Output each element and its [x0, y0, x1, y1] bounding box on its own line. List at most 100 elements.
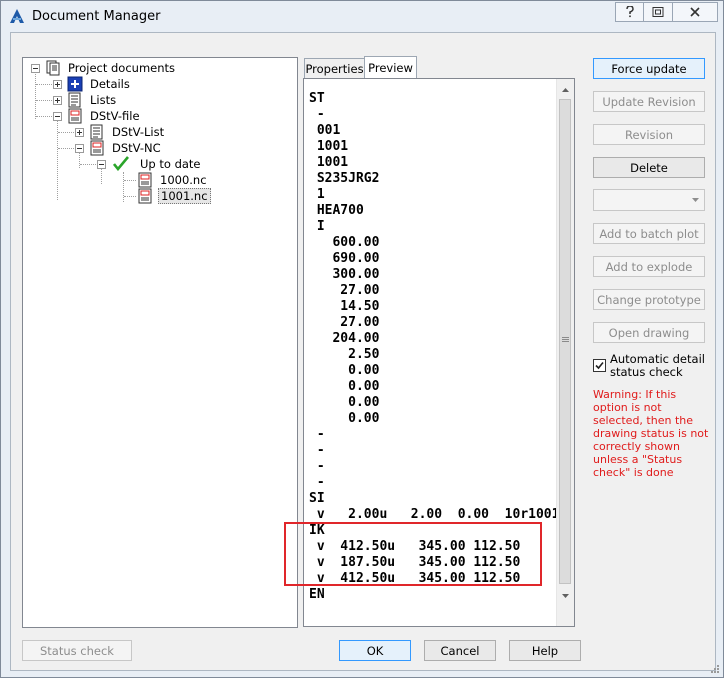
- lists-icon: [68, 92, 81, 108]
- project-documents-icon: [46, 60, 60, 76]
- help-window-button[interactable]: [615, 2, 645, 22]
- preview-line: 300.00: [309, 267, 380, 282]
- vertical-scrollbar[interactable]: [556, 79, 574, 626]
- tab-properties[interactable]: Properties: [304, 58, 365, 78]
- details-icon: [67, 76, 83, 92]
- preview-line: -: [309, 107, 325, 122]
- preview-line: -: [309, 443, 325, 458]
- preview-line: 690.00: [309, 251, 380, 266]
- tree-line: [58, 132, 74, 133]
- tree-item-up-to-date[interactable]: Up to date: [140, 157, 201, 171]
- preview-line: 0.00: [309, 395, 380, 410]
- window-title: Document Manager: [32, 9, 161, 24]
- scrollbar-thumb[interactable]: [559, 99, 571, 584]
- preview-line: 001: [309, 123, 341, 138]
- preview-line: 27.00: [309, 315, 380, 330]
- expand-toggle[interactable]: [53, 80, 62, 89]
- preview-line: 1001: [309, 139, 349, 154]
- collapse-toggle[interactable]: [53, 112, 62, 121]
- delete-button[interactable]: Delete: [593, 157, 705, 178]
- preview-line: 204.00: [309, 331, 380, 346]
- tree-item-dstv-list[interactable]: DStV-List: [112, 125, 164, 139]
- checkmark-icon: [113, 156, 129, 171]
- preview-line: HEA700: [309, 203, 364, 218]
- tree-item-1000-nc[interactable]: 1000.nc: [160, 173, 207, 187]
- open-drawing-button[interactable]: Open drawing: [593, 322, 705, 343]
- preview-line: -: [309, 475, 325, 490]
- force-update-button[interactable]: Force update: [593, 58, 705, 79]
- expand-toggle[interactable]: [53, 96, 62, 105]
- preview-line: 2.50: [309, 347, 380, 362]
- tree-line: [124, 180, 136, 181]
- tree-item-dstv-file[interactable]: DStV-file: [90, 109, 140, 123]
- collapse-toggle[interactable]: [97, 160, 106, 169]
- dstv-list-icon: [90, 124, 103, 140]
- dstv-file-icon: [68, 108, 82, 124]
- scroll-down-arrow-icon[interactable]: [557, 587, 574, 604]
- preview-line: 0.00: [309, 411, 380, 426]
- question-icon: [626, 6, 634, 18]
- preview-line: v 2.00u 2.00 0.00 10r1001: [309, 507, 560, 522]
- tree-line: [80, 164, 96, 165]
- tab-preview[interactable]: Preview: [364, 56, 417, 78]
- tree-line: [36, 116, 52, 117]
- preview-line: I: [309, 219, 325, 234]
- cancel-button[interactable]: Cancel: [424, 640, 496, 661]
- tree-line: [36, 84, 52, 85]
- nc-file-icon: [138, 188, 152, 204]
- help-button[interactable]: Help: [509, 640, 581, 661]
- revision-select[interactable]: [593, 189, 705, 211]
- preview-line: -: [309, 459, 325, 474]
- preview-line: S235JRG2: [309, 171, 380, 186]
- auto-check-checkbox[interactable]: [593, 359, 606, 372]
- preview-line: ST: [309, 91, 325, 106]
- preview-line: 1: [309, 187, 325, 202]
- preview-line: 14.50: [309, 299, 380, 314]
- tree-item-1001-nc-selected[interactable]: 1001.nc: [158, 188, 211, 204]
- preview-line: 0.00: [309, 363, 380, 378]
- nc-file-icon: [138, 172, 152, 188]
- preview-line: 1001: [309, 155, 349, 170]
- restore-window-button[interactable]: [643, 2, 673, 22]
- scroll-up-arrow-icon[interactable]: [557, 81, 574, 98]
- document-tree[interactable]: Project documents Details Lists DStV-fil…: [22, 57, 298, 628]
- tree-line: [36, 100, 52, 101]
- collapse-toggle[interactable]: [31, 64, 40, 73]
- checkbox-check-icon: [595, 361, 604, 370]
- change-prototype-button[interactable]: Change prototype: [593, 289, 705, 310]
- add-to-explode-button[interactable]: Add to explode: [593, 256, 705, 277]
- app-logo-icon: [10, 9, 24, 23]
- tree-root-label[interactable]: Project documents: [68, 61, 175, 75]
- close-icon: [690, 7, 700, 17]
- preview-line: -: [309, 427, 325, 442]
- expand-toggle[interactable]: [75, 128, 84, 137]
- tree-line: [101, 168, 102, 184]
- tree-line: [124, 196, 136, 197]
- warning-text: Warning: If this option is not selected,…: [593, 388, 709, 479]
- update-revision-button[interactable]: Update Revision: [593, 91, 705, 112]
- preview-line: 600.00: [309, 235, 380, 250]
- preview-line: SI: [309, 491, 325, 506]
- tree-item-lists[interactable]: Lists: [90, 93, 116, 107]
- tree-line: [58, 148, 74, 149]
- preview-line: EN: [309, 587, 325, 602]
- restore-icon: [652, 7, 664, 17]
- preview-line: 27.00: [309, 283, 380, 298]
- status-check-button[interactable]: Status check: [22, 640, 132, 661]
- tree-line: [79, 152, 80, 168]
- revision-button[interactable]: Revision: [593, 124, 705, 145]
- tree-item-dstv-nc[interactable]: DStV-NC: [112, 141, 161, 155]
- tree-item-details[interactable]: Details: [90, 77, 130, 91]
- close-window-button[interactable]: [672, 2, 718, 22]
- highlight-box: [284, 522, 542, 586]
- title-bar[interactable]: Document Manager: [1, 1, 723, 33]
- add-to-batch-plot-button[interactable]: Add to batch plot: [593, 223, 705, 244]
- tree-line: [35, 71, 36, 119]
- chevron-down-icon: [692, 198, 699, 202]
- collapse-toggle[interactable]: [75, 144, 84, 153]
- auto-check-label[interactable]: Automatic detail status check: [610, 353, 710, 379]
- ok-button[interactable]: OK: [339, 640, 411, 661]
- resize-grip-icon[interactable]: [708, 664, 720, 676]
- preview-line: 0.00: [309, 379, 380, 394]
- tree-line: [123, 172, 124, 202]
